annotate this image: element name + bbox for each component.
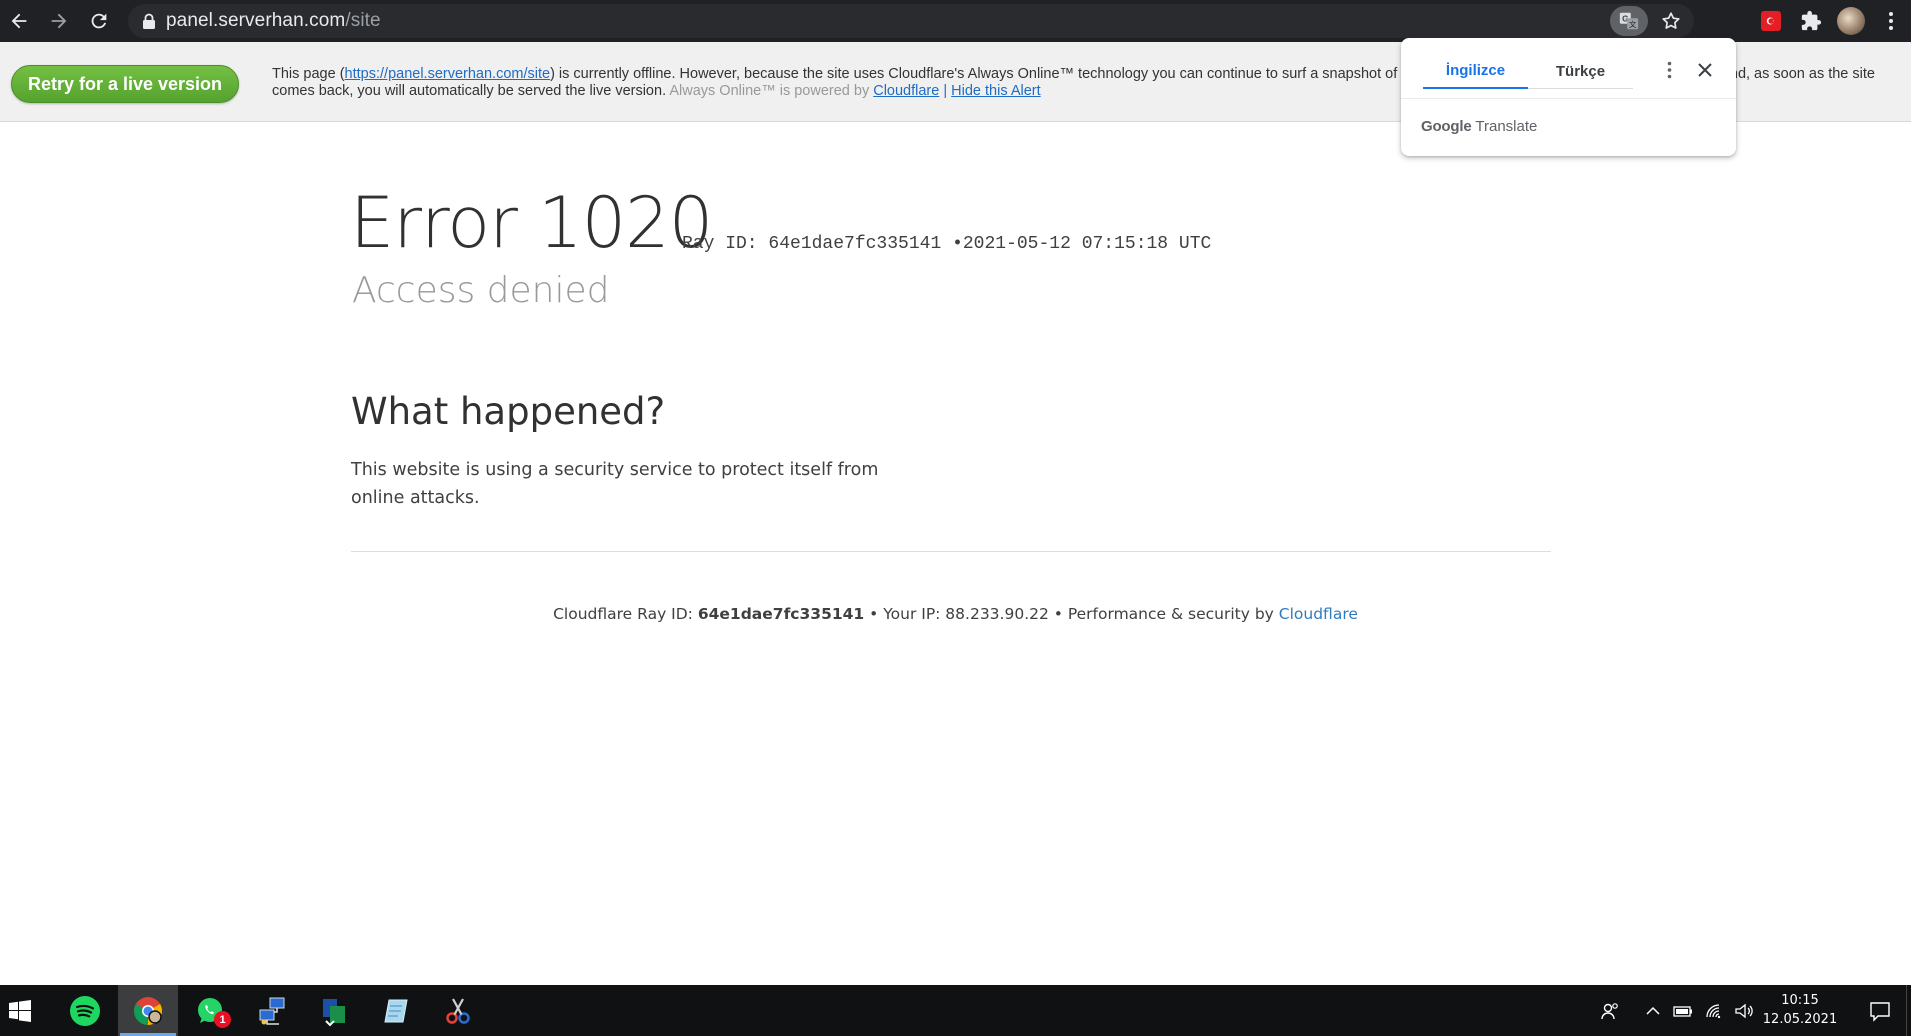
snipping-tool-icon [446,997,470,1024]
translate-page-button[interactable]: G 文 [1610,6,1648,36]
retry-live-version-button[interactable]: Retry for a live version [11,65,239,103]
puzzle-icon [1801,10,1822,31]
star-icon [1662,12,1680,29]
hide-alert-link[interactable]: Hide this Alert [951,83,1040,99]
reload-button[interactable] [80,2,118,40]
url-text: panel.serverhan.com/site [166,10,381,31]
translate-options-button[interactable] [1657,58,1681,82]
taskbar-file-transfer[interactable] [304,985,364,1036]
file-transfer-icon [323,998,345,1026]
close-icon [1698,63,1712,77]
people-icon [1601,1002,1618,1019]
taskbar-notes[interactable] [366,985,426,1036]
system-clock[interactable]: 10:15 12.05.2021 [1752,991,1848,1029]
extension-turkey-button[interactable] [1751,1,1791,41]
profile-button[interactable] [1831,1,1871,41]
speaker-icon [1735,1003,1753,1018]
forward-button[interactable] [40,2,78,40]
wifi-button[interactable] [1702,985,1728,1036]
tab-target-language[interactable]: Türkçe [1528,54,1633,89]
lock-icon [132,13,166,29]
network-tool-icon [259,997,285,1025]
offline-page-link[interactable]: https://panel.serverhan.com/site [345,66,551,82]
error-explanation: This website is using a security service… [351,460,879,508]
people-button[interactable] [1596,985,1624,1036]
reload-icon [91,13,107,29]
battery-icon [1673,1005,1692,1017]
browser-menu-button[interactable] [1871,11,1911,31]
language-tabs: İngilizce Türkçe [1423,54,1633,89]
cloudflare-link[interactable]: Cloudflare [873,83,939,99]
divider [1401,98,1736,99]
close-translate-button[interactable] [1693,58,1717,82]
clock-time: 10:15 [1781,993,1819,1008]
taskbar-network-tool[interactable] [242,985,302,1036]
chrome-icon [134,996,162,1025]
cloudflare-footer-link[interactable]: Cloudflare [1279,605,1358,623]
arrow-right-icon [51,13,67,29]
taskbar-spotify[interactable] [55,985,115,1036]
error-footer: Cloudflare Ray ID: 64e1dae7fc335141 • Yo… [553,605,1358,623]
taskbar-snipping-tool[interactable] [428,985,488,1036]
bookmark-button[interactable] [1652,6,1690,36]
wifi-icon [1706,1003,1721,1018]
notification-badge: 1 [214,1011,231,1028]
what-happened-heading: What happened? [351,390,666,433]
arrow-left-icon [11,13,27,29]
notification-icon [1870,1001,1890,1022]
error-subtitle: Access denied [352,270,610,311]
extensions-button[interactable] [1791,1,1831,41]
spotify-icon [70,995,100,1026]
more-vertical-icon [1667,61,1671,79]
svg-text:文: 文 [1629,20,1637,29]
browser-toolbar: panel.serverhan.com/site G 文 [0,0,1911,42]
turkey-flag-icon [1761,11,1781,31]
battery-button[interactable] [1670,985,1696,1036]
translate-icon: G 文 [1619,12,1639,30]
taskbar-chrome[interactable] [118,985,178,1036]
windows-taskbar: 1 10:15 12.05.2021 [0,985,1911,1036]
error-code-title: Error 1020 [350,182,713,264]
start-button[interactable] [0,985,40,1036]
avatar [1837,7,1865,35]
back-button[interactable] [0,2,38,40]
notes-icon [384,999,408,1022]
show-desktop-button[interactable] [1906,985,1907,1036]
chevron-up-icon [1646,1006,1660,1015]
taskbar-whatsapp[interactable]: 1 [180,985,240,1036]
ray-id-meta: Ray ID: 64e1dae7fc335141 •2021-05-12 07:… [682,234,1212,254]
clock-date: 12.05.2021 [1762,1012,1838,1027]
tab-source-language[interactable]: İngilizce [1423,54,1528,89]
translate-popup: İngilizce Türkçe Google Translate [1401,38,1736,156]
address-bar[interactable]: panel.serverhan.com/site G 文 [128,4,1694,38]
action-center-button[interactable] [1855,985,1905,1036]
show-hidden-icons-button[interactable] [1641,985,1665,1036]
divider [351,551,1551,552]
google-translate-logo: Google Translate [1421,118,1538,135]
more-vertical-icon [1889,12,1893,30]
windows-logo-icon [9,999,31,1022]
